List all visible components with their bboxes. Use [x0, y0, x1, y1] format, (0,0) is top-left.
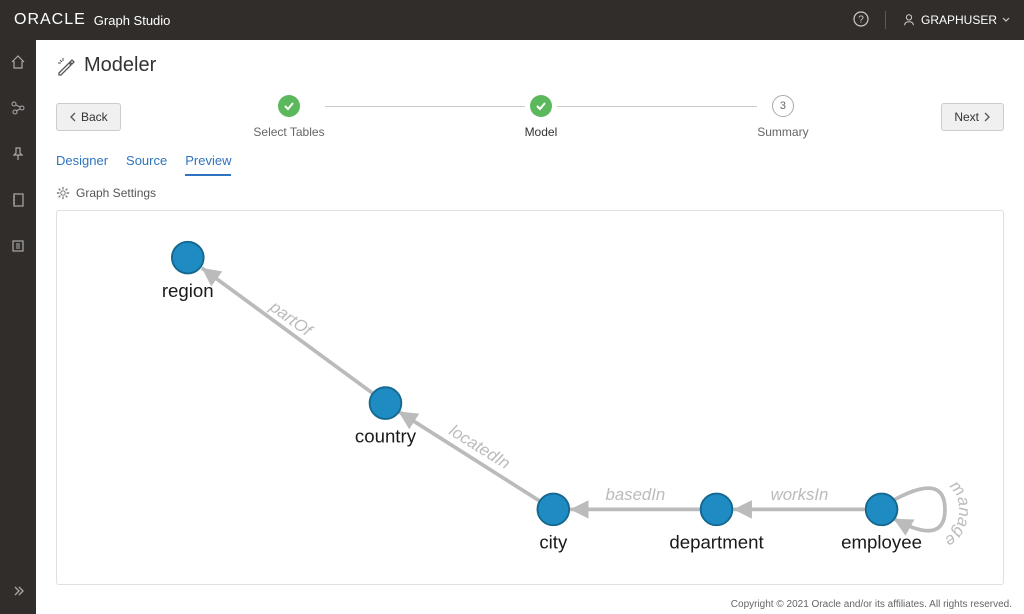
svg-text:country: country — [355, 425, 417, 446]
svg-text:city: city — [539, 532, 568, 553]
help-icon[interactable]: ? — [853, 11, 869, 30]
wizard-steps: Select Tables Model 3 Summary — [141, 95, 922, 139]
header-divider — [885, 11, 886, 29]
next-button[interactable]: Next — [941, 103, 1004, 131]
nav-home[interactable] — [0, 50, 36, 74]
graph-settings-button[interactable]: Graph Settings — [36, 176, 1024, 210]
nav-graph[interactable] — [0, 96, 36, 120]
side-nav — [0, 40, 36, 614]
check-icon — [530, 95, 552, 117]
brand-logo: ORACLE — [14, 11, 86, 29]
svg-text:department: department — [669, 532, 764, 553]
chevron-left-icon — [69, 112, 77, 122]
edge-label: basedIn — [606, 485, 666, 504]
brand-product: Graph Studio — [94, 13, 171, 28]
svg-text:?: ? — [858, 14, 864, 25]
edge-partof[interactable] — [202, 268, 374, 394]
edge-locatedin[interactable] — [399, 411, 542, 501]
user-menu[interactable]: GRAPHUSER — [902, 13, 1010, 27]
app-body: Modeler Back Select Tables — [0, 40, 1024, 614]
page-header: Modeler — [36, 40, 1024, 87]
nav-pin[interactable] — [0, 142, 36, 166]
nav-jobs[interactable] — [0, 234, 36, 258]
tabs-bar: Designer Source Preview — [36, 153, 1024, 176]
svg-text:employee: employee — [841, 532, 922, 553]
node-employee[interactable]: employee — [841, 494, 922, 553]
gear-icon — [56, 186, 70, 200]
user-icon — [902, 13, 916, 27]
brand: ORACLE Graph Studio — [14, 11, 170, 29]
step-number: 3 — [772, 95, 794, 117]
wizard-step-3[interactable]: 3 Summary — [757, 95, 808, 139]
chevron-down-icon — [1002, 16, 1010, 24]
footer-copyright: Copyright © 2021 Oracle and/or its affil… — [36, 595, 1024, 614]
node-department[interactable]: department — [669, 494, 764, 553]
graph-canvas[interactable]: partOf locatedIn basedIn worksIn manage … — [57, 211, 1003, 584]
nav-notebook[interactable] — [0, 188, 36, 212]
header-actions: ? GRAPHUSER — [853, 11, 1010, 30]
main-area: Modeler Back Select Tables — [36, 40, 1024, 614]
graph-canvas-container[interactable]: partOf locatedIn basedIn worksIn manage … — [56, 210, 1004, 585]
tab-designer[interactable]: Designer — [56, 153, 108, 176]
edge-label: worksIn — [771, 485, 829, 504]
step-connector — [557, 106, 757, 107]
wizard-step-1[interactable]: Select Tables — [253, 95, 324, 139]
page-title: Modeler — [56, 54, 1004, 77]
node-city[interactable]: city — [537, 494, 569, 553]
user-name: GRAPHUSER — [921, 13, 997, 27]
tab-preview[interactable]: Preview — [185, 153, 231, 176]
back-button[interactable]: Back — [56, 103, 121, 131]
nav-expand-icon[interactable] — [10, 583, 26, 604]
edge-manage[interactable] — [894, 488, 945, 531]
step-connector — [325, 106, 525, 107]
check-icon — [278, 95, 300, 117]
chevron-right-icon — [983, 112, 991, 122]
modeler-icon — [56, 56, 76, 76]
wizard-bar: Back Select Tables Model — [36, 87, 1024, 153]
app-header: ORACLE Graph Studio ? GRAPHUSER — [0, 0, 1024, 40]
svg-text:region: region — [162, 280, 214, 301]
tab-source[interactable]: Source — [126, 153, 167, 176]
wizard-step-2[interactable]: Model — [525, 95, 558, 139]
